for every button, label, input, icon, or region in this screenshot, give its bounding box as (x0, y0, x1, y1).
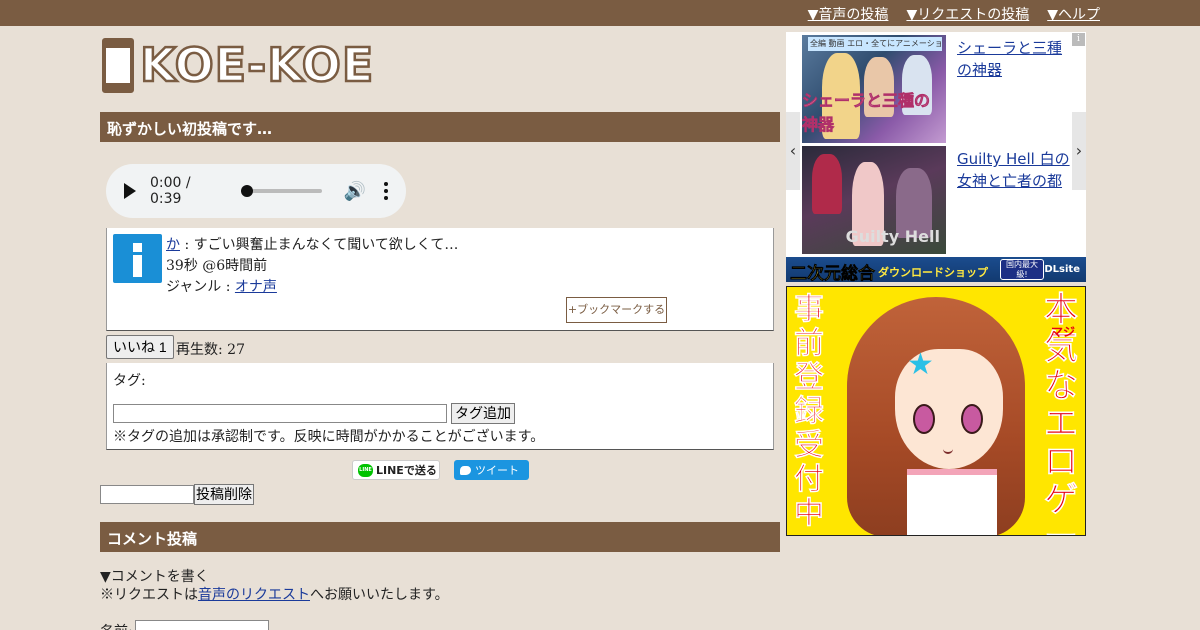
write-comment-label: ▼コメントを書く (100, 569, 209, 585)
ad-title-1[interactable]: シェーラと三種の神器 (957, 37, 1075, 81)
line-icon: LINE (358, 463, 373, 477)
player-time: 0:00 / 0:39 (150, 175, 191, 207)
ad-prev-arrow[interactable]: ‹ (786, 112, 800, 190)
tweet-button[interactable]: ツイート (454, 460, 529, 480)
nav-voice-post-link[interactable]: ▼音声の投稿 (808, 4, 889, 24)
twitter-bird-icon (460, 465, 471, 475)
star-hair-clip-icon: ★ (907, 347, 934, 382)
dlsite-logo: DLsite (1044, 264, 1080, 275)
tag-add-button[interactable]: タグ追加 (451, 403, 515, 424)
ad-thumbnail-2[interactable]: Guilty Hell (802, 146, 946, 254)
slider-knob[interactable] (241, 185, 254, 197)
banner-left-text: 事前登録受付中 (794, 292, 825, 531)
post-title: 恥ずかしい初投稿です… (100, 112, 780, 142)
ad-box[interactable]: i ‹ › 全編 動画 エロ・全てにアニメーション導入 シェーラと三種の神器 シ… (786, 32, 1086, 284)
phone-icon (102, 38, 134, 93)
delete-password-input[interactable] (100, 485, 194, 504)
more-options-icon[interactable] (384, 182, 388, 200)
post-message: : すごい興奮止まんなくて聞いて欲しくて… (180, 237, 459, 253)
volume-icon[interactable]: 🔊 (344, 181, 366, 202)
name-label: 名前: (100, 621, 133, 630)
name-input[interactable] (135, 620, 269, 630)
ad-thumbnail-1[interactable]: 全編 動画 エロ・全てにアニメーション導入 シェーラと三種の神器 (802, 35, 946, 143)
info-icon (113, 234, 162, 283)
nav-request-post-link[interactable]: ▼リクエストの投稿 (906, 4, 1029, 24)
post-info-box: か : すごい興奮止まんなくて聞いて欲しくて… 39秒 @6時間前 ジャンル :… (106, 228, 774, 331)
genre-link[interactable]: オナ声 (235, 279, 277, 295)
bookmark-button[interactable]: +ブックマークする (566, 297, 667, 323)
site-logo[interactable]: KOE-KOE (102, 37, 375, 94)
delete-post-button[interactable]: 投稿削除 (194, 484, 254, 505)
post-lines: か : すごい興奮止まんなくて聞いて欲しくて… 39秒 @6時間前 ジャンル :… (166, 235, 458, 298)
audio-player[interactable]: 0:00 / 0:39 🔊 (106, 164, 406, 218)
top-bar: ▼音声の投稿 ▼リクエストの投稿 ▼ヘルプ (0, 0, 1200, 26)
game-banner-ad[interactable]: ★ 事前登録受付中 本気なエロゲー マジ (786, 286, 1086, 536)
tag-note: ※タグの追加は承認制です。反映に時間がかかることがございます。 (113, 429, 545, 445)
progress-slider[interactable] (241, 185, 322, 197)
logo-text: KOE-KOE (139, 37, 375, 94)
ad-thumb-caption-1: シェーラと三種の神器 (802, 91, 931, 135)
post-meta: 39秒 @6時間前 (166, 258, 268, 274)
tag-box: タグ: タグ追加 ※タグの追加は承認制です。反映に時間がかかることがございます。 (106, 363, 774, 450)
play-icon[interactable] (124, 183, 136, 199)
dlsite-banner-bar[interactable]: 二次元総合 ダウンロードショップ 国内最大級! DLsite (786, 257, 1086, 284)
nav-help-link[interactable]: ▼ヘルプ (1047, 4, 1100, 24)
genre-line: ジャンル : オナ声 (166, 279, 277, 295)
top-nav: ▼音声の投稿 ▼リクエストの投稿 ▼ヘルプ (808, 4, 1100, 24)
banner-ruby-text: マジ (1050, 325, 1075, 339)
ad-title-2[interactable]: Guilty Hell 白の女神と亡者の都 (957, 148, 1075, 192)
voice-request-link[interactable]: 音声のリクエスト (198, 587, 310, 603)
request-note: ※リクエストは音声のリクエストへお願いいたします。 (100, 587, 449, 603)
post-message-line: か : すごい興奮止まんなくて聞いて欲しくて… (166, 235, 458, 256)
tag-label: タグ: (113, 373, 146, 389)
author-link[interactable]: か (166, 237, 180, 253)
tag-input[interactable] (113, 404, 447, 423)
comment-intro: ▼コメントを書く ※リクエストは音声のリクエストへお願いいたします。 (100, 568, 449, 604)
ad-thumb-caption-2: Guilty Hell (845, 227, 940, 246)
dl-badge: 国内最大級! (1000, 259, 1044, 280)
ad-thumb-top-text: 全編 動画 エロ・全てにアニメーション導入 (808, 37, 942, 51)
like-button[interactable]: いいね 1 (106, 335, 174, 359)
play-count: 再生数: 27 (176, 342, 245, 358)
line-share-button[interactable]: LINE LINEで送る (352, 460, 440, 480)
comment-section-title: コメント投稿 (100, 522, 780, 552)
character-collar (907, 469, 997, 535)
